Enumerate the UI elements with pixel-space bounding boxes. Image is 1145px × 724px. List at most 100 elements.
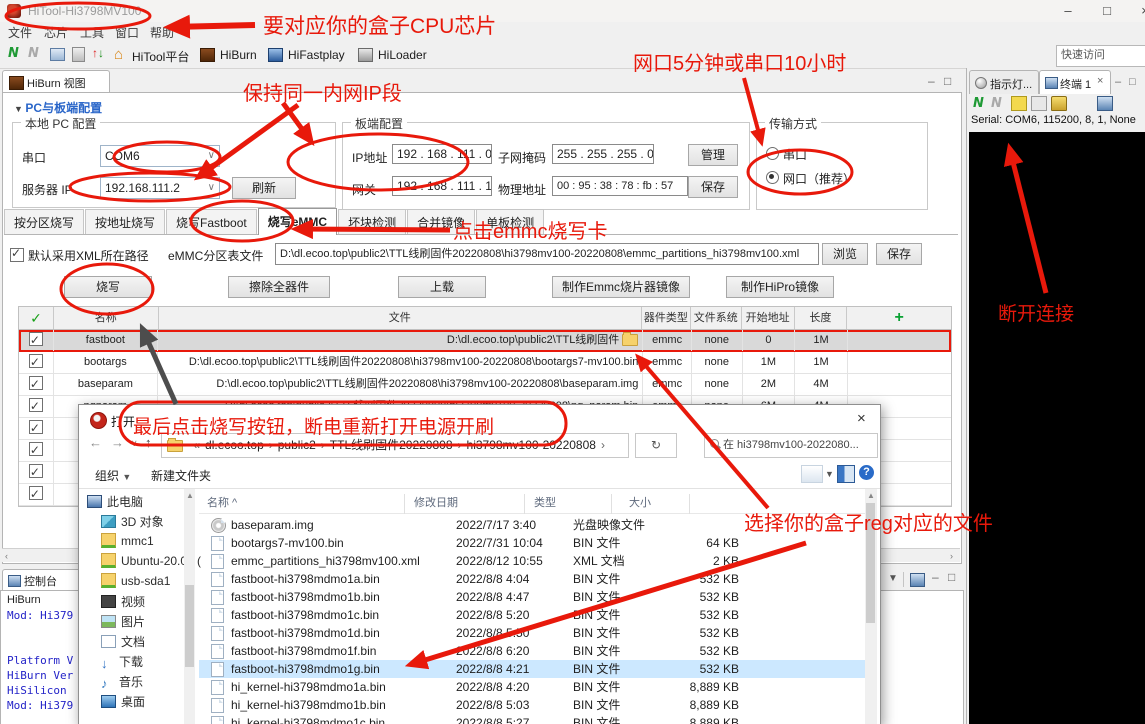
make-hipro-image-button[interactable]: 制作HiPro镜像 (726, 276, 834, 298)
tab-7[interactable]: 单板检测 (476, 209, 544, 234)
file-row[interactable]: fastboot-hi3798mdmo1g.bin2022/8/8 4:21BI… (199, 660, 867, 678)
tab-hiburn-view[interactable]: HiBurn 视图 (2, 70, 110, 94)
panel-minimize-icon[interactable]: – (1115, 76, 1121, 88)
search-input[interactable]: 在 hi3798mv100-2022080... (704, 433, 878, 458)
file-row[interactable]: emmc_partitions_hi3798mv100.xml2022/8/12… (199, 552, 867, 570)
terminal-copy-icon[interactable] (1031, 96, 1047, 111)
open-console-icon[interactable] (910, 573, 925, 587)
table-row[interactable]: bootargsD:\dl.ecoo.top\public2\TTL线刷固件20… (19, 352, 951, 374)
row-checkbox[interactable] (29, 486, 43, 500)
add-row-icon[interactable] (847, 307, 951, 329)
cell-browse-icon[interactable] (622, 334, 638, 346)
column-header-1[interactable]: 名称 (54, 307, 159, 329)
breadcrumb-chevron-icon[interactable]: › (316, 438, 330, 452)
maximize-icon[interactable]: □ (1092, 2, 1122, 20)
row-checkbox[interactable] (29, 376, 43, 390)
back-icon[interactable]: ← (89, 435, 102, 450)
toolbar-button-hitool-platform[interactable]: HiTool平台 (132, 48, 189, 65)
transfer-icon[interactable] (92, 46, 108, 62)
menu-item-3[interactable]: 工具 (80, 24, 104, 41)
serial-radio-label[interactable]: 串口 (783, 146, 807, 163)
tab-3[interactable]: 烧写Fastboot (166, 209, 257, 234)
tab-1[interactable]: 按分区烧写 (4, 209, 84, 234)
file-column-header[interactable]: 大小 (629, 494, 651, 510)
tab-indicator[interactable]: 指示灯... (969, 70, 1039, 94)
refresh-icon[interactable]: ↻ (635, 433, 677, 458)
row-checkbox-cell[interactable] (19, 484, 54, 505)
row-checkbox[interactable] (29, 464, 43, 478)
column-header-3[interactable]: 器件类型 (642, 307, 691, 329)
tab-close-icon[interactable]: × (1097, 75, 1103, 87)
row-checkbox[interactable] (29, 420, 43, 434)
manage-button[interactable]: 管理 (688, 144, 738, 166)
column-header-6[interactable]: 长度 (795, 307, 848, 329)
breadcrumb-chevron-icon[interactable]: › (264, 438, 278, 452)
disconnect-icon[interactable] (28, 46, 44, 62)
dialog-close-icon[interactable]: × (857, 410, 866, 427)
row-checkbox-cell[interactable] (19, 330, 54, 351)
file-row[interactable]: hi_kernel-hi3798mdmo1c.bin2022/8/8 5:27B… (199, 714, 867, 724)
column-header-2[interactable]: 文件 (159, 307, 642, 329)
file-row[interactable]: hi_kernel-hi3798mdmo1a.bin2022/8/8 4:20B… (199, 678, 867, 696)
file-row[interactable]: fastboot-hi3798mdmo1a.bin2022/8/8 4:04BI… (199, 570, 867, 588)
terminal-new-icon[interactable] (1097, 96, 1113, 111)
sidebar-item[interactable]: 此电脑 (87, 493, 197, 513)
menu-item-5[interactable]: 帮助 (150, 24, 174, 41)
row-checkbox-cell[interactable] (19, 440, 54, 461)
row-checkbox[interactable] (29, 442, 43, 456)
quick-access-input[interactable]: 快速访问 (1056, 45, 1145, 67)
file-row[interactable]: fastboot-hi3798mdmo1c.bin2022/8/8 5:20BI… (199, 606, 867, 624)
breadcrumb-segment[interactable]: TTL线刷固件20220808 (330, 438, 453, 452)
scroll-up-icon[interactable]: ▲ (186, 491, 194, 500)
column-header-5[interactable]: 开始地址 (742, 307, 795, 329)
connect-icon[interactable] (8, 46, 24, 62)
file-column-header[interactable]: 修改日期 (414, 494, 458, 510)
tab-console[interactable]: 控制台 (2, 569, 82, 591)
toolbar-button-hiburn[interactable]: HiBurn (220, 48, 257, 62)
breadcrumb-chevron-icon[interactable]: › (453, 438, 467, 452)
pc-edit-icon[interactable] (50, 48, 65, 61)
console-minimize-icon[interactable]: – (932, 570, 939, 584)
serial-radio[interactable] (766, 147, 779, 160)
scroll-left-icon[interactable]: ‹ (5, 551, 8, 561)
tab-4[interactable]: 烧写eMMC (258, 208, 337, 235)
file-row[interactable]: hi_kernel-hi3798mdmo1b.bin2022/8/8 5:03B… (199, 696, 867, 714)
table-row[interactable]: fastbootD:\dl.ecoo.top\public2\TTL线刷固件em… (19, 330, 951, 352)
file-column-header[interactable]: 名称 ^ (207, 494, 237, 510)
file-column-header[interactable]: 类型 (534, 494, 556, 510)
row-checkbox[interactable] (29, 398, 43, 412)
close-icon[interactable]: × (1130, 2, 1145, 20)
file-scrollbar[interactable]: ▲ (865, 489, 877, 724)
breadcrumb-segment[interactable]: dl.ecoo.top (205, 438, 264, 452)
plug-icon[interactable] (72, 47, 85, 62)
tab-terminal-1[interactable]: 终端 1 × (1039, 70, 1111, 94)
tab-2[interactable]: 按地址烧写 (85, 209, 165, 234)
terminal-list-icon[interactable] (1011, 96, 1027, 111)
organize-button[interactable]: 组织 ▼ (95, 467, 131, 484)
file-row[interactable]: fastboot-hi3798mdmo1b.bin2022/8/8 4:47BI… (199, 588, 867, 606)
file-row[interactable]: baseparam.img2022/7/17 3:40光盘映像文件 (199, 516, 867, 534)
new-folder-button[interactable]: 新建文件夹 (151, 467, 211, 484)
network-radio[interactable] (766, 171, 779, 184)
panel-maximize-icon[interactable]: □ (1129, 76, 1136, 88)
console-maximize-icon[interactable]: □ (948, 570, 955, 584)
menu-item-1[interactable]: 文件 (8, 24, 32, 41)
sidebar-scrollbar[interactable]: ▲ (184, 489, 195, 724)
refresh-button[interactable]: 刷新 (232, 177, 296, 199)
browse-button[interactable]: 浏览 (822, 243, 868, 265)
burn-button[interactable]: 烧写 (64, 276, 152, 298)
xml-save-button[interactable]: 保存 (876, 243, 922, 265)
scrollbar-thumb[interactable] (185, 585, 194, 667)
scroll-right-icon[interactable]: › (950, 551, 953, 561)
section-pc-board-config[interactable]: PC与板端配置 (14, 99, 102, 116)
breadcrumb-segment[interactable]: public2 (278, 438, 316, 452)
terminal-disconnect-icon[interactable] (991, 96, 1005, 109)
view-mode-icon[interactable] (801, 465, 823, 483)
file-scroll-up-icon[interactable]: ▲ (867, 491, 875, 500)
view-mode-dropdown-icon[interactable]: ▼ (825, 469, 834, 479)
terminal-connect-icon[interactable] (973, 96, 987, 109)
erase-all-button[interactable]: 擦除全器件 (228, 276, 330, 298)
table-row[interactable]: baseparamD:\dl.ecoo.top\public2\TTL线刷固件2… (19, 374, 951, 396)
tab-5[interactable]: 坏块检测 (338, 209, 406, 234)
preview-pane-icon[interactable] (837, 465, 855, 483)
